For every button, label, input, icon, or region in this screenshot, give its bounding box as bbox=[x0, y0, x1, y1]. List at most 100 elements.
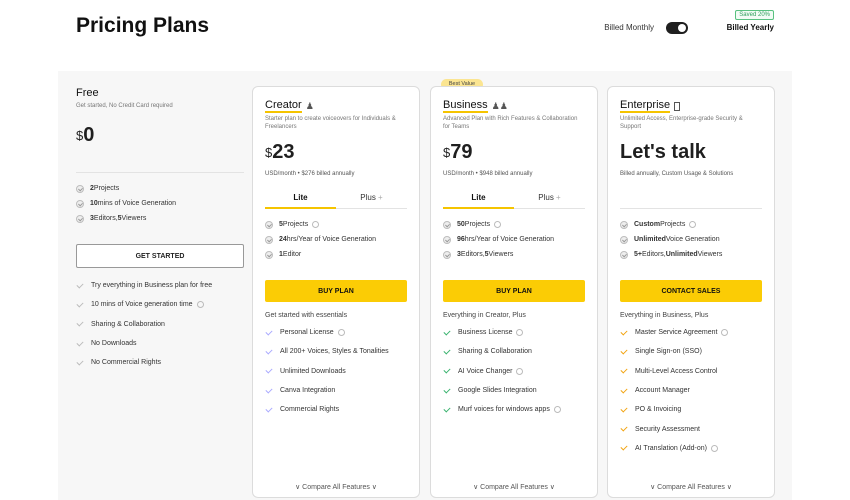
info-icon[interactable] bbox=[689, 221, 697, 228]
tab-lite[interactable]: Lite bbox=[265, 193, 336, 209]
feature-item: Try everything in Business plan for free bbox=[76, 276, 244, 295]
plan-enterprise: Enterprise Unlimited Access, Enterprise-… bbox=[607, 86, 775, 498]
check-circle-icon bbox=[443, 235, 451, 244]
feature-item: Murf voices for windows apps bbox=[443, 400, 585, 419]
toggle-knob bbox=[678, 24, 686, 32]
quota-list: 2 Projects 10 mins of Voice Generation 3… bbox=[76, 181, 244, 226]
info-icon[interactable] bbox=[494, 221, 502, 228]
check-icon bbox=[265, 330, 273, 336]
feature-item: Sharing & Collaboration bbox=[443, 342, 585, 361]
plan-price: $0 bbox=[76, 124, 95, 146]
get-started-button[interactable]: GET STARTED bbox=[76, 244, 244, 268]
feature-item: Single Sign-on (SSO) bbox=[620, 342, 762, 361]
billed-monthly-label[interactable]: Billed Monthly bbox=[604, 23, 654, 32]
check-circle-icon bbox=[76, 184, 84, 193]
check-icon bbox=[620, 388, 628, 394]
plan-description: Advanced Plan with Rich Features & Colla… bbox=[443, 116, 578, 130]
chevron-double-down-icon: ∨ bbox=[369, 484, 377, 491]
check-icon bbox=[620, 426, 628, 432]
price-note: USD/month • $948 billed annually bbox=[443, 171, 533, 177]
sparkle-icon: + bbox=[375, 193, 383, 202]
chevron-double-down-icon: ∨ bbox=[724, 484, 732, 491]
quota-list: 5 Projects 24 hrs/Year of Voice Generati… bbox=[265, 217, 407, 262]
feature-list: Personal License All 200+ Voices, Styles… bbox=[265, 323, 407, 419]
billed-yearly-label[interactable]: Billed Yearly bbox=[727, 23, 774, 32]
info-icon[interactable] bbox=[337, 329, 345, 337]
info-icon[interactable] bbox=[721, 329, 729, 337]
tab-plus[interactable]: Plus + bbox=[514, 193, 585, 209]
buy-plan-button[interactable]: BUY PLAN bbox=[265, 280, 407, 302]
info-icon[interactable] bbox=[196, 301, 204, 309]
check-icon bbox=[265, 407, 273, 413]
buy-plan-button[interactable]: BUY PLAN bbox=[443, 280, 585, 302]
plan-name: Creator bbox=[265, 99, 302, 113]
building-icon bbox=[674, 101, 681, 111]
check-icon bbox=[443, 330, 451, 336]
feature-list: Business License Sharing & Collaboration… bbox=[443, 323, 585, 419]
info-icon[interactable] bbox=[312, 221, 320, 228]
check-icon bbox=[76, 283, 84, 289]
feature-item: Multi-Level Access Control bbox=[620, 362, 762, 381]
feature-list: Try everything in Business plan for free… bbox=[76, 276, 244, 372]
contact-sales-button[interactable]: CONTACT SALES bbox=[620, 280, 762, 302]
dash-icon bbox=[76, 360, 84, 366]
feature-item: No Commercial Rights bbox=[76, 353, 244, 372]
chevron-double-down-icon: ∨ bbox=[547, 484, 555, 491]
feature-item: No Downloads bbox=[76, 334, 244, 353]
check-circle-icon bbox=[265, 235, 273, 244]
plan-description: Starter plan to create voiceovers for In… bbox=[265, 116, 396, 130]
feature-item: Personal License bbox=[265, 323, 407, 342]
feature-item: Security Assessment bbox=[620, 419, 762, 438]
check-circle-icon bbox=[76, 199, 84, 208]
tier-tabs: Lite Plus + bbox=[443, 193, 585, 209]
dash-icon bbox=[76, 341, 84, 347]
check-circle-icon bbox=[76, 214, 84, 223]
compare-features-link[interactable]: ∨ Compare All Features ∨ bbox=[265, 483, 407, 491]
quota-row: Custom Projects bbox=[620, 217, 762, 232]
check-icon bbox=[620, 349, 628, 355]
compare-features-link[interactable]: ∨ Compare All Features ∨ bbox=[620, 483, 762, 491]
plan-price: $23 bbox=[265, 141, 295, 163]
feature-item: Commercial Rights bbox=[265, 400, 407, 419]
quota-list: Custom Projects Unlimited Voice Generati… bbox=[620, 217, 762, 262]
tab-plus[interactable]: Plus + bbox=[336, 193, 407, 209]
plan-name: Enterprise bbox=[620, 99, 671, 113]
check-icon bbox=[620, 368, 628, 374]
quota-list: 50 Projects 96 hrs/Year of Voice Generat… bbox=[443, 217, 585, 262]
feature-item: AI Translation (Add-on) bbox=[620, 439, 762, 458]
billing-toggle[interactable] bbox=[666, 22, 688, 34]
quota-row: 10 mins of Voice Generation bbox=[76, 196, 244, 211]
check-circle-icon bbox=[443, 220, 451, 229]
tier-tabs: Lite Plus + bbox=[265, 193, 407, 209]
info-icon[interactable] bbox=[516, 329, 524, 337]
check-circle-icon bbox=[443, 250, 451, 259]
compare-features-link[interactable]: ∨ Compare All Features ∨ bbox=[443, 483, 585, 491]
feature-item: 10 mins of Voice generation time bbox=[76, 295, 244, 314]
check-icon bbox=[265, 368, 273, 374]
tab-lite[interactable]: Lite bbox=[443, 193, 514, 209]
feature-list: Master Service Agreement Single Sign-on … bbox=[620, 323, 762, 458]
feature-item: Account Manager bbox=[620, 381, 762, 400]
check-icon bbox=[443, 368, 451, 374]
info-icon[interactable] bbox=[710, 444, 718, 452]
info-icon[interactable] bbox=[553, 406, 561, 414]
info-icon[interactable] bbox=[516, 367, 524, 375]
plan-creator: Creator ♟ Starter plan to create voiceove… bbox=[252, 86, 420, 498]
plan-business: Business ♟♟ Advanced Plan with Rich Featu… bbox=[430, 86, 598, 498]
feature-item: Google Slides Integration bbox=[443, 381, 585, 400]
quota-row: 5+ Editors, Unlimited Viewers bbox=[620, 247, 762, 262]
feature-lead: Get started with essentials bbox=[265, 312, 348, 319]
plan-free: Free Get started, No Credit Card require… bbox=[76, 86, 244, 372]
feature-lead: Everything in Creator, Plus bbox=[443, 312, 526, 319]
feature-item: Sharing & Collaboration bbox=[76, 315, 244, 334]
quota-row: 24 hrs/Year of Voice Generation bbox=[265, 232, 407, 247]
check-icon bbox=[265, 349, 273, 355]
quota-row: 96 hrs/Year of Voice Generation bbox=[443, 232, 585, 247]
billing-toggle-group: Saved 20% Billed Monthly Billed Yearly bbox=[574, 10, 774, 40]
check-icon bbox=[443, 349, 451, 355]
quota-row: 2 Projects bbox=[76, 181, 244, 196]
check-icon bbox=[76, 321, 84, 327]
check-circle-icon bbox=[265, 250, 273, 259]
person-icon: ♟ bbox=[305, 100, 314, 111]
check-icon bbox=[265, 388, 273, 394]
